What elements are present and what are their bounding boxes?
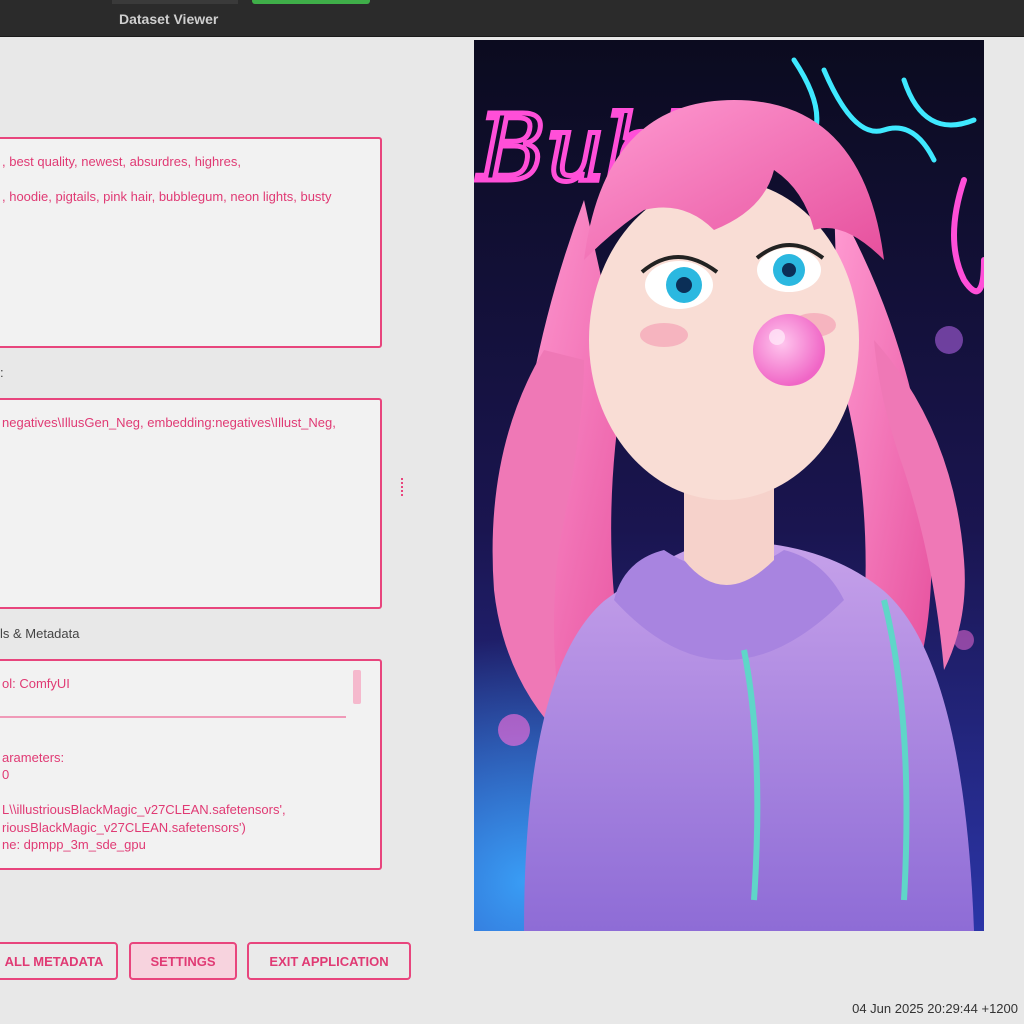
details-line-4: L\\illustriousBlackMagic_v27CLEAN.safete… bbox=[2, 802, 286, 817]
prompt-line-2: , hoodie, pigtails, pink hair, bubblegum… bbox=[2, 189, 332, 204]
active-tab-indicator[interactable] bbox=[252, 0, 370, 4]
negative-line-1: negatives\IllusGen_Neg, embedding:negati… bbox=[2, 415, 336, 430]
details-line-6: ne: dpmpp_3m_sde_gpu bbox=[2, 837, 146, 852]
details-line-3: 0 bbox=[2, 767, 10, 782]
details-line-5: riousBlackMagic_v27CLEAN.safetensors') bbox=[2, 820, 246, 835]
settings-button[interactable]: SETTINGS bbox=[129, 942, 237, 980]
details-metadata-label: ls & Metadata bbox=[0, 626, 80, 641]
negative-prompt-label: : bbox=[0, 365, 4, 380]
illustration-image: Bubbl bbox=[474, 40, 984, 931]
panel-splitter-handle[interactable] bbox=[401, 476, 404, 496]
image-preview: Bubbl bbox=[474, 40, 984, 931]
details-scrollbar-thumb[interactable] bbox=[353, 670, 361, 704]
details-metadata-textbox[interactable]: ol: ComfyUI arameters: 0 L\\illustriousB… bbox=[0, 659, 382, 870]
details-line-1: ol: ComfyUI bbox=[2, 676, 70, 691]
details-line-2: arameters: bbox=[2, 750, 65, 765]
all-metadata-button[interactable]: ALL METADATA bbox=[0, 942, 118, 980]
window-title: Dataset Viewer bbox=[119, 11, 219, 27]
prompt-textbox[interactable]: , best quality, newest, absurdres, highr… bbox=[0, 137, 382, 348]
status-timestamp: 04 Jun 2025 20:29:44 +1200 bbox=[852, 1001, 1018, 1016]
details-separator bbox=[0, 716, 346, 718]
exit-application-button[interactable]: EXIT APPLICATION bbox=[247, 942, 411, 980]
negative-prompt-textbox[interactable]: negatives\IllusGen_Neg, embedding:negati… bbox=[0, 398, 382, 609]
window-tab[interactable] bbox=[112, 0, 238, 4]
title-bar: Dataset Viewer bbox=[0, 0, 1024, 37]
prompt-line-1: , best quality, newest, absurdres, highr… bbox=[2, 154, 241, 169]
